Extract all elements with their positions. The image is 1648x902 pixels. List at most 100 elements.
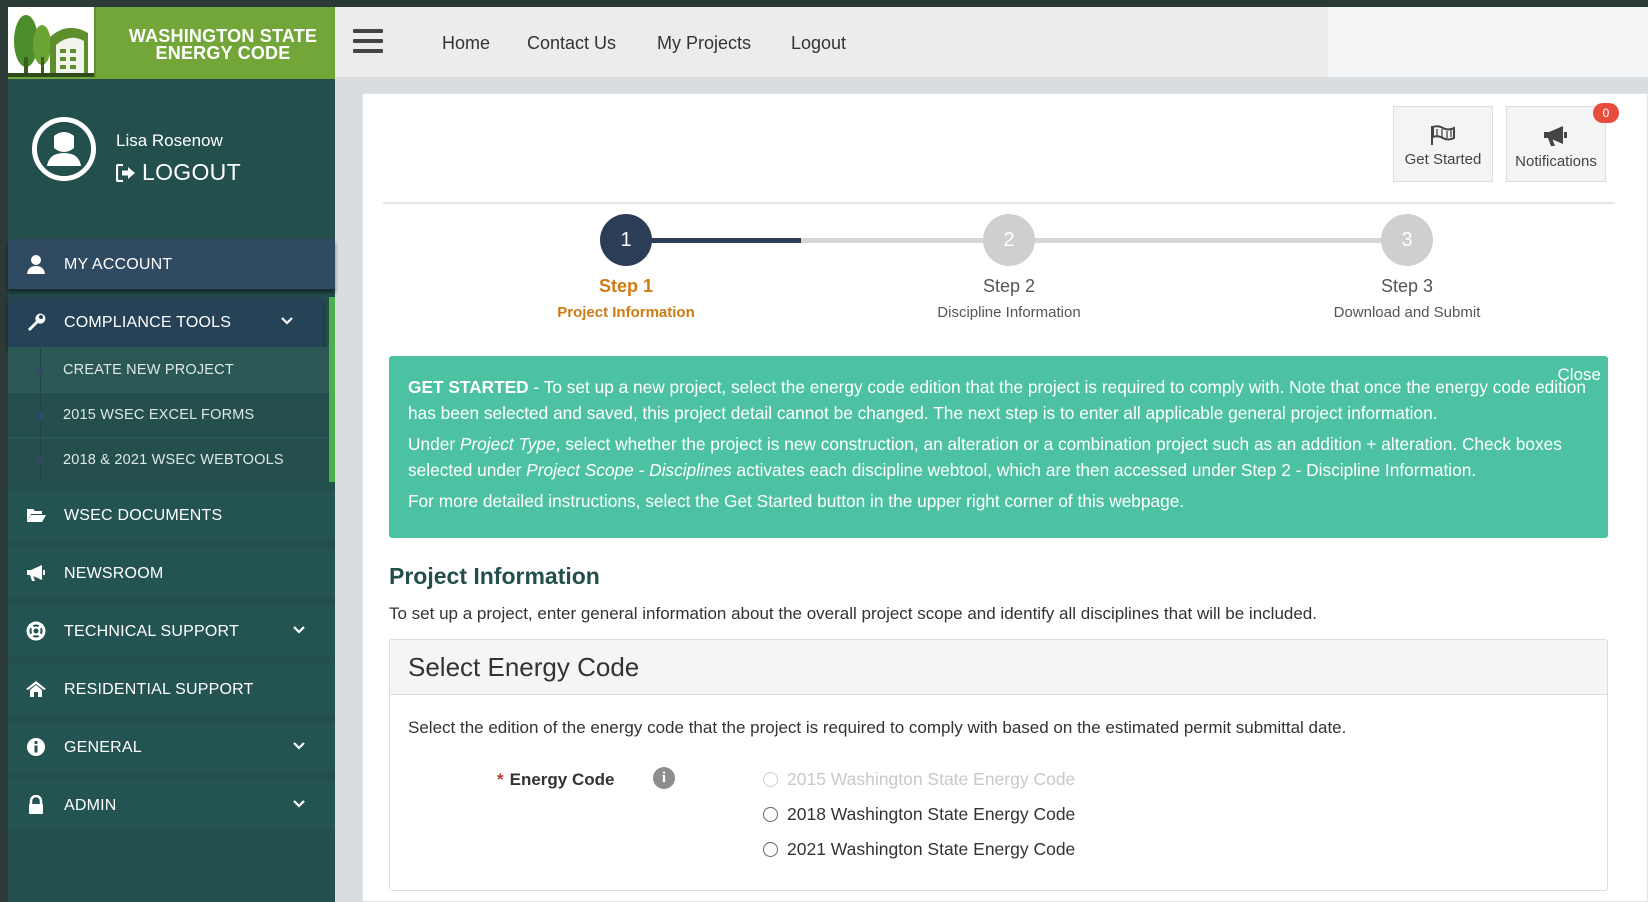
- radio-2021-energy-code[interactable]: 2021 Washington State Energy Code: [763, 839, 1075, 860]
- home-icon: [26, 681, 46, 697]
- sidebar-item-label: TECHNICAL SUPPORT: [64, 623, 239, 640]
- hamburger-menu-icon[interactable]: [353, 29, 383, 55]
- sidebar-item-label: RESIDENTIAL SUPPORT: [64, 681, 254, 698]
- step-3-circle[interactable]: 3: [1381, 214, 1433, 266]
- alert-emphasis: Project Type: [459, 434, 556, 454]
- sidebar-item-admin[interactable]: ADMIN: [8, 780, 335, 830]
- avatar: [32, 117, 96, 181]
- chevron-down-icon: [281, 317, 293, 325]
- step-2-title: Step 2: [982, 276, 1036, 296]
- sidebar-item-label: MY ACCOUNT: [64, 256, 173, 273]
- step-2-circle[interactable]: 2: [983, 214, 1035, 266]
- step-1-subtitle: Project Information: [557, 304, 695, 321]
- sidebar-item-compliance-tools[interactable]: COMPLIANCE TOOLS: [8, 297, 323, 347]
- sidebar-item-label: WSEC DOCUMENTS: [64, 507, 223, 524]
- megaphone-icon: [1544, 126, 1567, 146]
- sign-out-icon: [116, 163, 135, 182]
- sidebar-item-label: GENERAL: [64, 739, 142, 756]
- radio-2015-energy-code: 2015 Washington State Energy Code: [763, 769, 1075, 790]
- sidebar-item-newsroom[interactable]: NEWSROOM: [8, 548, 335, 598]
- main-content: Get Started Notifications 0 1 2 3 Step 1…: [362, 93, 1648, 902]
- life-ring-icon: [26, 621, 46, 641]
- sidebar-menu: MY ACCOUNT COMPLIANCE TOOLS CREATE NEW P…: [8, 239, 335, 838]
- nav-link-my-projects[interactable]: My Projects: [657, 33, 751, 54]
- radio-label: 2015 Washington State Energy Code: [787, 769, 1076, 789]
- radio-button[interactable]: [763, 842, 778, 857]
- radio-2018-energy-code[interactable]: 2018 Washington State Energy Code: [763, 804, 1075, 825]
- step-1-circle[interactable]: 1: [600, 214, 652, 266]
- energy-code-label: * Energy Code: [497, 770, 614, 790]
- radio-button: [763, 772, 778, 787]
- alert-strong: GET STARTED: [408, 377, 529, 397]
- panel-heading: Select Energy Code: [390, 640, 1607, 695]
- notifications-button[interactable]: Notifications: [1506, 106, 1606, 182]
- progress-steps: 1 2 3 Step 1 Project Information Step 2 …: [363, 214, 1648, 334]
- radio-label[interactable]: 2021 Washington State Energy Code: [787, 839, 1075, 860]
- required-asterisk: *: [497, 770, 504, 789]
- window-top-strip: [0, 0, 1648, 7]
- alert-text: - To set up a new project, select the en…: [408, 377, 1586, 423]
- bullet-dot: [36, 412, 44, 420]
- site-logo[interactable]: WASHINGTON STATE ENERGY CODE: [8, 7, 335, 79]
- brand-name: WASHINGTON STATE ENERGY CODE: [118, 27, 328, 63]
- user-icon: [27, 255, 45, 274]
- window-left-edge: [0, 7, 8, 902]
- sidebar-item-label: ADMIN: [64, 797, 117, 814]
- step-track-remaining: [801, 238, 1421, 243]
- sub-item-label: CREATE NEW PROJECT: [63, 362, 234, 378]
- alert-text: activates each discipline webtool, which…: [731, 460, 1477, 480]
- info-circle-icon: [27, 738, 45, 756]
- sidebar-item-label: COMPLIANCE TOOLS: [64, 314, 232, 331]
- sidebar-logout-link[interactable]: LOGOUT: [116, 159, 241, 186]
- get-started-label: Get Started: [1404, 151, 1482, 168]
- field-label-text: Energy Code: [509, 770, 615, 789]
- alert-text: Under: [408, 434, 460, 454]
- brand-line-2: ENERGY CODE: [155, 43, 291, 63]
- chevron-down-icon: [293, 800, 305, 808]
- toolbar-divider: [383, 202, 1615, 204]
- sidebar-item-label: NEWSROOM: [64, 565, 164, 582]
- flag-icon: [1431, 125, 1455, 145]
- sub-item-label: 2018 & 2021 WSEC WEBTOOLS: [63, 452, 284, 468]
- radio-button[interactable]: [763, 807, 778, 822]
- panel-description: Select the edition of the energy code th…: [408, 718, 1347, 737]
- info-icon[interactable]: i: [653, 767, 675, 789]
- nav-link-logout[interactable]: Logout: [791, 33, 846, 54]
- notifications-label: Notifications: [1515, 153, 1597, 170]
- sidebar-sub-item-create-new-project[interactable]: CREATE NEW PROJECT: [8, 347, 329, 392]
- top-nav: Home Contact Us My Projects Logout: [335, 7, 1328, 77]
- nav-link-contact-us[interactable]: Contact Us: [527, 33, 616, 54]
- bullet-dot: [36, 367, 44, 375]
- logo-trees-building-icon: [8, 7, 96, 77]
- get-started-alert: Close GET STARTED - To set up a new proj…: [389, 356, 1608, 538]
- sidebar-item-wsec-documents[interactable]: WSEC DOCUMENTS: [8, 490, 335, 540]
- radio-label[interactable]: 2018 Washington State Energy Code: [787, 804, 1075, 825]
- sidebar-item-my-account[interactable]: MY ACCOUNT: [8, 239, 335, 289]
- step-1-title: Step 1: [598, 276, 654, 296]
- logout-label: LOGOUT: [142, 159, 241, 185]
- energy-code-panel: Select Energy Code Select the edition of…: [389, 639, 1608, 891]
- top-nav-filler: [1328, 7, 1648, 77]
- sub-item-label: 2015 WSEC EXCEL FORMS: [63, 407, 255, 423]
- sidebar-sub-item-2015-excel-forms[interactable]: 2015 WSEC EXCEL FORMS: [8, 392, 329, 437]
- section-title: Project Information: [389, 563, 600, 589]
- nav-link-home[interactable]: Home: [442, 33, 490, 54]
- sidebar-item-residential-support[interactable]: RESIDENTIAL SUPPORT: [8, 664, 335, 714]
- chevron-down-icon: [293, 626, 305, 634]
- alert-paragraph-1: GET STARTED - To set up a new project, s…: [408, 374, 1590, 426]
- notification-count-badge: 0: [1593, 103, 1619, 123]
- alert-paragraph-3: For more detailed instructions, select t…: [408, 491, 1185, 511]
- compliance-tools-group: COMPLIANCE TOOLS CREATE NEW PROJECT 2015…: [8, 297, 335, 482]
- user-name: Lisa Rosenow: [116, 131, 223, 150]
- sidebar-sub-item-webtools[interactable]: 2018 & 2021 WSEC WEBTOOLS: [8, 437, 329, 482]
- wrench-icon: [28, 313, 46, 331]
- section-description: To set up a project, enter general infor…: [389, 604, 1317, 623]
- step-2-subtitle: Discipline Information: [937, 304, 1081, 321]
- step-3-subtitle: Download and Submit: [1333, 304, 1481, 321]
- alert-close-button[interactable]: Close: [1558, 362, 1601, 388]
- bullet-dot: [36, 457, 44, 465]
- megaphone-icon: [27, 565, 45, 581]
- get-started-button[interactable]: Get Started: [1393, 106, 1493, 182]
- sidebar-item-technical-support[interactable]: TECHNICAL SUPPORT: [8, 606, 335, 656]
- sidebar-item-general[interactable]: GENERAL: [8, 722, 335, 772]
